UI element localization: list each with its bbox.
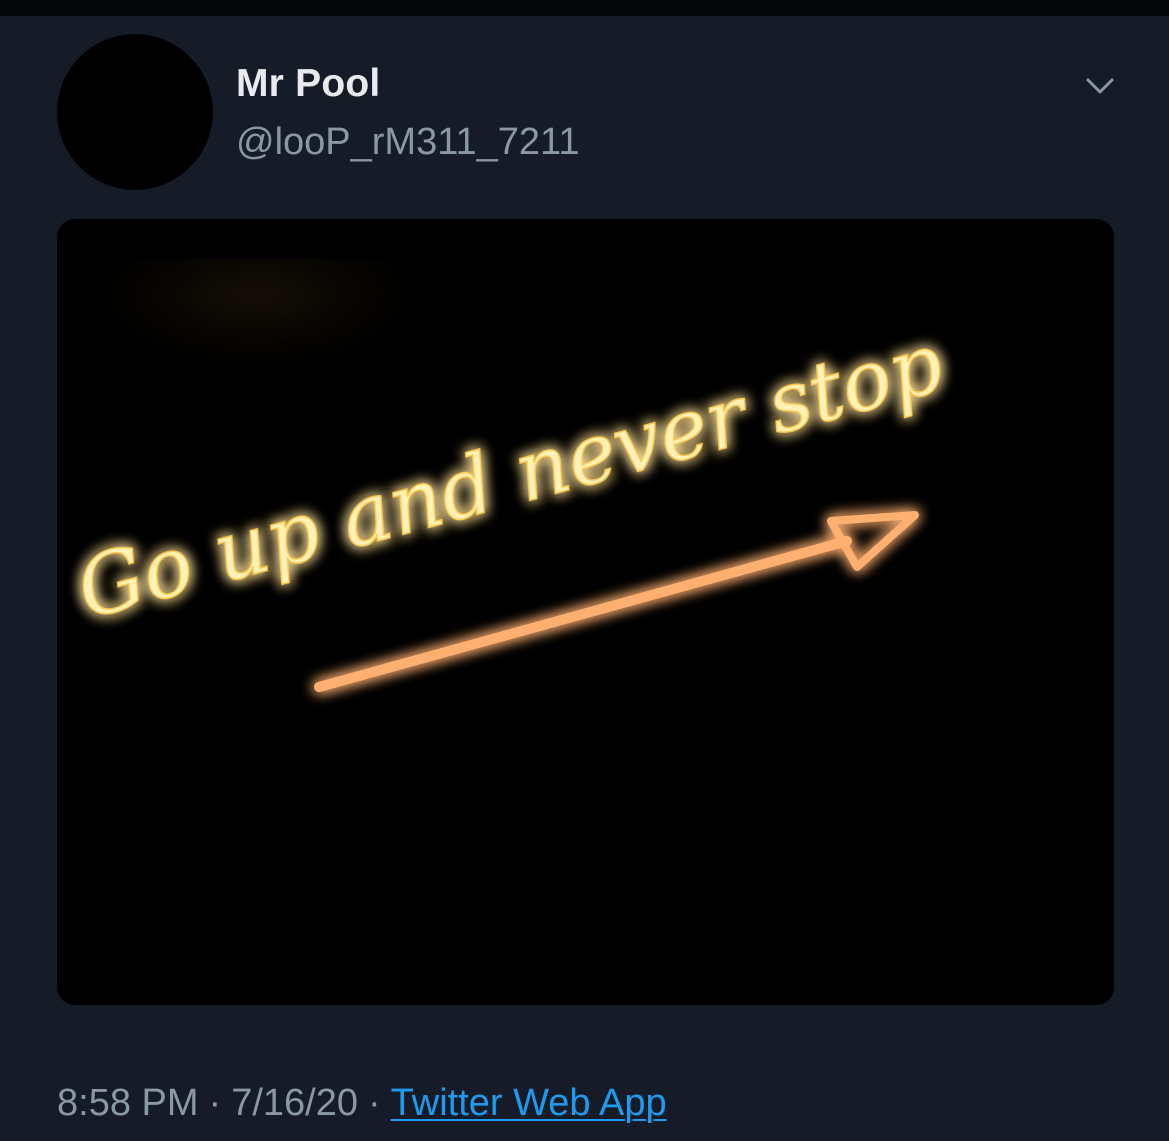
tweet-time: 8:58 PM: [57, 1082, 199, 1124]
meta-separator: ·: [208, 1082, 222, 1124]
top-strip: [0, 0, 1169, 16]
meta-separator: ·: [367, 1082, 381, 1124]
tweet-date: 7/16/20: [231, 1082, 358, 1124]
chevron-down-icon: [1086, 78, 1114, 94]
user-handle[interactable]: @looP_rM311_7211: [236, 120, 580, 164]
avatar[interactable]: [57, 34, 213, 190]
tweet-meta: 8:58 PM · 7/16/20 · Twitter Web App: [57, 1079, 667, 1127]
display-name[interactable]: Mr Pool: [236, 62, 380, 106]
source-link[interactable]: Twitter Web App: [391, 1082, 667, 1124]
more-options-button[interactable]: [1080, 70, 1120, 102]
tweet-card: Mr Pool @looP_rM311_7211 Go up and never…: [0, 16, 1169, 1141]
tweet-photo[interactable]: Go up and never stop: [57, 219, 1114, 1005]
